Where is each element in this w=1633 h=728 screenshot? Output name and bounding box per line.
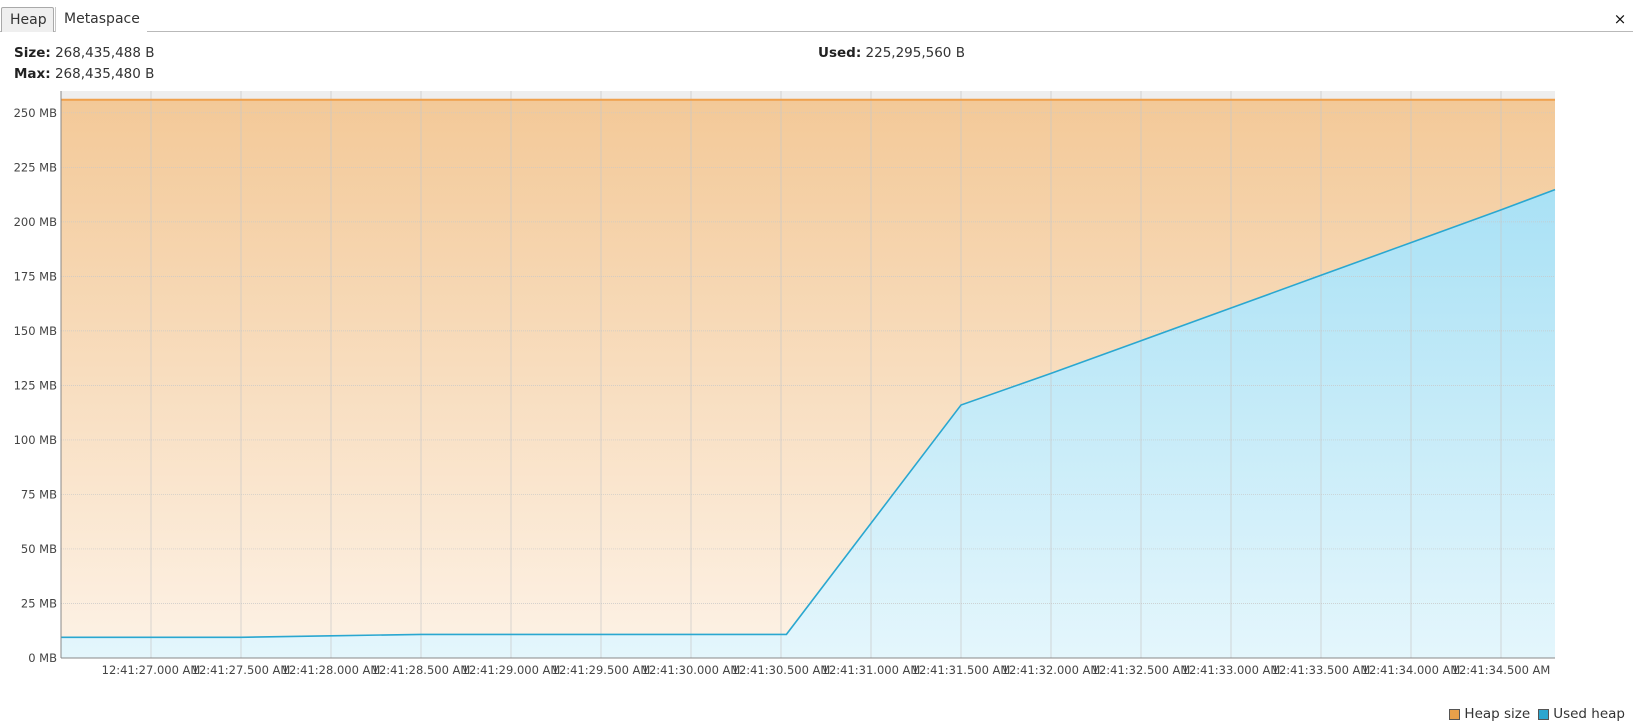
tab-metaspace[interactable]: Metaspace — [55, 7, 147, 32]
y-tick-label: 0 MB — [28, 651, 57, 665]
used-stat: Used: 225,295,560 B — [818, 43, 965, 64]
y-tick-label: 25 MB — [21, 596, 57, 610]
x-tick-label: 12:41:29.500 AM — [552, 663, 651, 677]
x-axis-labels: 12:41:27.000 AM12:41:27.500 AM12:41:28.0… — [102, 663, 1551, 677]
size-label: Size: — [14, 45, 51, 61]
y-tick-label: 200 MB — [14, 215, 58, 229]
x-tick-label: 12:41:29.000 AM — [462, 663, 561, 677]
size-stat: Size: 268,435,488 B — [14, 43, 155, 64]
x-tick-label: 12:41:30.000 AM — [642, 663, 741, 677]
x-tick-label: 12:41:27.500 AM — [192, 663, 291, 677]
heap-stats-left: Size: 268,435,488 B Max: 268,435,480 B — [14, 43, 155, 85]
x-tick-label: 12:41:33.000 AM — [1182, 663, 1281, 677]
y-tick-label: 100 MB — [14, 433, 58, 447]
y-tick-label: 150 MB — [14, 324, 58, 338]
legend-heap-size: Heap size — [1449, 706, 1530, 722]
y-tick-label: 75 MB — [21, 487, 57, 501]
tab-heap[interactable]: Heap — [1, 7, 54, 32]
used-heap-swatch — [1538, 708, 1550, 720]
heap-size-swatch — [1449, 708, 1461, 720]
x-tick-label: 12:41:28.500 AM — [372, 663, 471, 677]
tab-bar: Heap Metaspace × — [0, 6, 1633, 32]
x-tick-label: 12:41:27.000 AM — [102, 663, 201, 677]
legend-used-heap: Used heap — [1538, 706, 1625, 722]
chart-legend: Heap size Used heap — [1441, 706, 1625, 722]
x-tick-label: 12:41:28.000 AM — [282, 663, 381, 677]
x-tick-label: 12:41:30.500 AM — [732, 663, 831, 677]
y-tick-label: 250 MB — [14, 106, 58, 120]
x-tick-label: 12:41:33.500 AM — [1272, 663, 1371, 677]
max-stat: Max: 268,435,480 B — [14, 64, 155, 85]
legend-used-heap-label: Used heap — [1553, 706, 1625, 722]
x-tick-label: 12:41:31.000 AM — [822, 663, 921, 677]
max-value: 268,435,480 B — [54, 66, 155, 82]
heap-chart: 0 MB 25 MB 50 MB 75 MB 100 MB 125 MB 150 MB 175… — [14, 91, 1556, 677]
used-label: Used: — [818, 45, 862, 61]
heap-monitor-panel: Heap Metaspace × Size: 268,435,488 B Max… — [0, 0, 1633, 728]
y-axis-labels: 0 MB 25 MB 50 MB 75 MB 100 MB 125 MB 150 MB 175… — [14, 106, 58, 665]
legend-heap-size-label: Heap size — [1464, 706, 1531, 722]
y-tick-label: 125 MB — [14, 378, 58, 392]
y-tick-label: 50 MB — [21, 542, 57, 556]
y-tick-label: 175 MB — [14, 269, 58, 283]
used-value: 225,295,560 B — [865, 45, 965, 61]
x-tick-label: 12:41:32.500 AM — [1092, 663, 1191, 677]
max-label: Max: — [14, 66, 51, 82]
x-tick-label: 12:41:32.000 AM — [1002, 663, 1101, 677]
x-tick-label: 12:41:34.500 AM — [1452, 663, 1551, 677]
x-tick-label: 12:41:31.500 AM — [912, 663, 1011, 677]
y-tick-label: 225 MB — [14, 160, 58, 174]
close-icon[interactable]: × — [1610, 9, 1630, 29]
size-value: 268,435,488 B — [55, 45, 155, 61]
x-tick-label: 12:41:34.000 AM — [1362, 663, 1461, 677]
